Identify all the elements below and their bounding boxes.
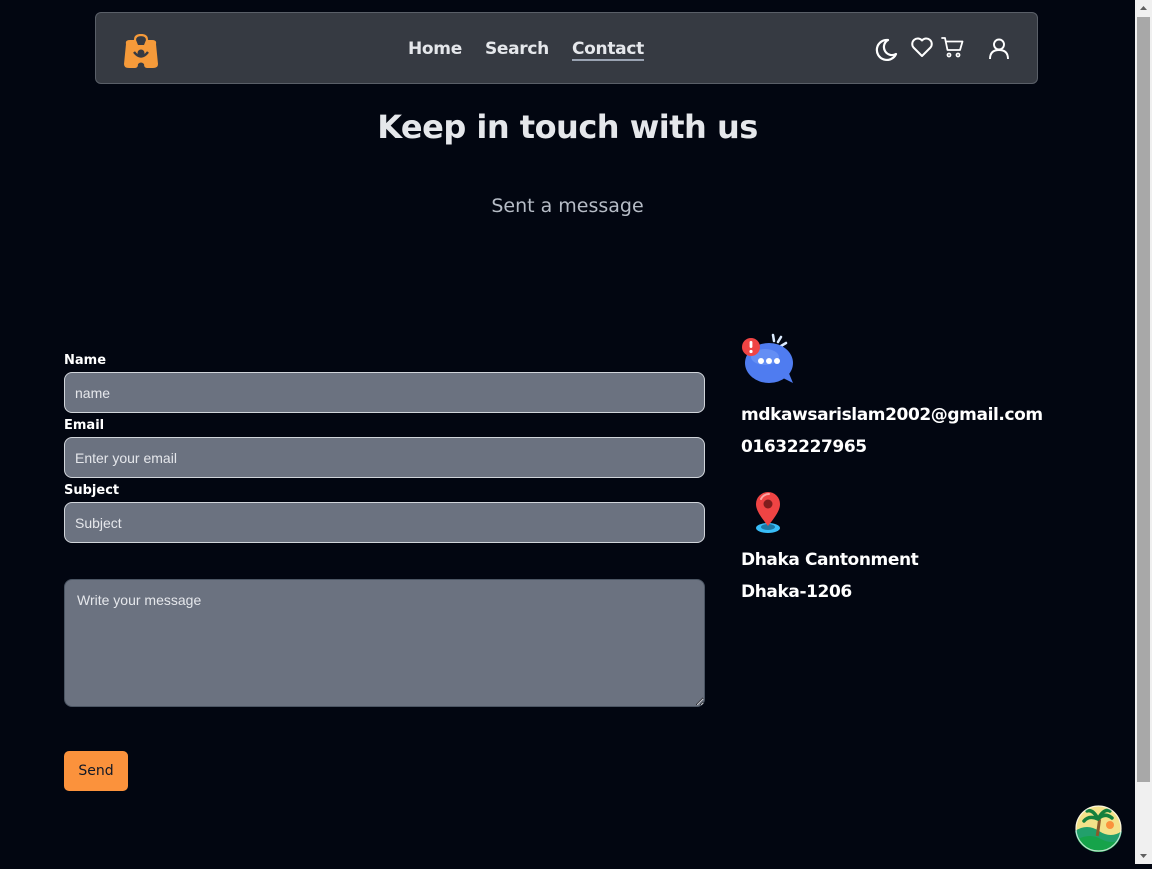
contact-message-block: mdkawsarislam2002@gmail.com 01632227965 <box>741 333 1043 463</box>
contact-email: mdkawsarislam2002@gmail.com <box>741 405 1043 425</box>
nav-links: Home Search Contact <box>408 39 667 61</box>
shopping-bag-logo-icon[interactable] <box>122 33 160 70</box>
message-textarea[interactable] <box>64 579 705 707</box>
scroll-thumb[interactable] <box>1137 17 1150 782</box>
user-icon[interactable] <box>988 37 1010 66</box>
contact-form: Name Email Subject <box>64 352 705 707</box>
nav-search-link[interactable]: Search <box>485 39 549 61</box>
contact-phone: 01632227965 <box>741 437 867 457</box>
subject-label: Subject <box>64 483 120 498</box>
floating-beach-button[interactable] <box>1075 805 1122 852</box>
contact-address-block: Dhaka Cantonment Dhaka-1206 <box>741 490 919 608</box>
moon-icon[interactable] <box>873 37 899 68</box>
name-input[interactable] <box>64 372 705 413</box>
scroll-up-arrow-icon[interactable] <box>1135 0 1152 17</box>
map-pin-icon <box>751 490 807 540</box>
heart-icon[interactable] <box>910 36 934 63</box>
page-title: Keep in touch with us <box>377 108 758 146</box>
page-scrollbar[interactable] <box>1135 0 1152 864</box>
scroll-down-arrow-icon[interactable] <box>1135 847 1152 864</box>
email-label: Email <box>64 418 105 433</box>
name-label: Name <box>64 353 107 368</box>
send-button[interactable]: Send <box>64 751 128 791</box>
subject-input[interactable] <box>64 502 705 543</box>
chat-bubble-icon <box>741 333 797 391</box>
cart-icon[interactable] <box>941 35 965 64</box>
page-subtitle: Sent a message <box>491 195 644 217</box>
navbar: Home Search Contact <box>95 12 1038 84</box>
nav-contact-link[interactable]: Contact <box>571 39 644 61</box>
contact-page: Home Search Contact Keep in touch with u… <box>0 0 1135 864</box>
address-line-2: Dhaka-1206 <box>741 582 852 602</box>
address-line-1: Dhaka Cantonment <box>741 550 919 570</box>
nav-home-link[interactable]: Home <box>408 39 462 61</box>
email-input[interactable] <box>64 437 705 478</box>
